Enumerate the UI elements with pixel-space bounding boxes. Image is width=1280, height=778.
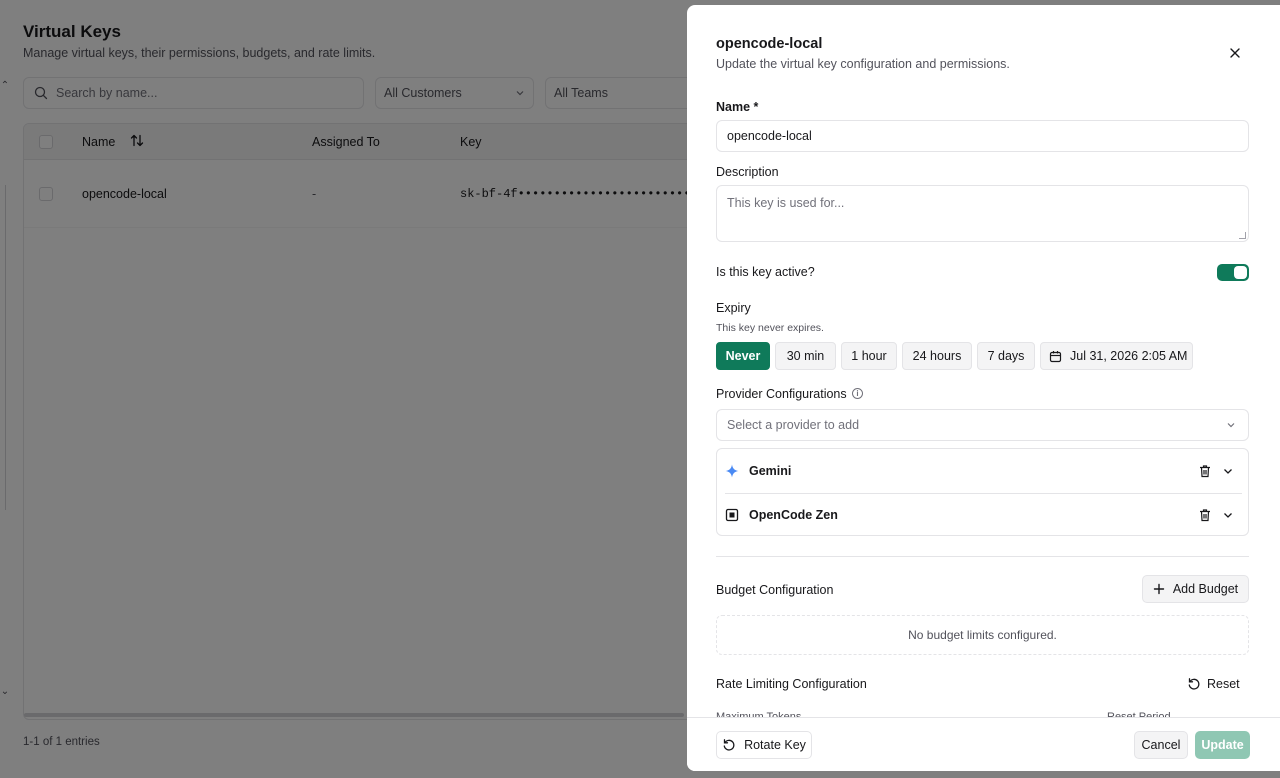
resize-handle[interactable] [1239, 232, 1246, 239]
drawer-footer: Rotate Key Cancel Update [687, 717, 1280, 771]
trash-icon[interactable] [1198, 464, 1212, 478]
close-icon [1230, 48, 1240, 58]
rotate-icon [723, 739, 735, 751]
expiry-30min-button[interactable]: 30 min [775, 342, 836, 370]
expiry-hint: This key never expires. [716, 322, 824, 334]
rate-limit-label: Rate Limiting Configuration [716, 677, 867, 691]
reset-button[interactable]: Reset [1187, 673, 1240, 695]
reset-icon [1188, 678, 1200, 690]
name-field[interactable]: opencode-local [716, 120, 1249, 152]
name-value: opencode-local [727, 129, 812, 143]
expiry-date-value: Jul 31, 2026 2:05 AM [1070, 349, 1188, 363]
drawer-title: opencode-local [716, 36, 823, 52]
description-placeholder: This key is used for... [727, 196, 845, 210]
chevron-down-icon[interactable] [1222, 509, 1234, 521]
plus-icon [1153, 583, 1165, 595]
active-label: Is this key active? [716, 265, 815, 279]
expiry-24hours-button[interactable]: 24 hours [902, 342, 972, 370]
expiry-date-picker[interactable]: Jul 31, 2026 2:05 AM [1040, 342, 1193, 370]
provider-config-label: Provider Configurations [716, 387, 847, 401]
expiry-label: Expiry [716, 301, 751, 315]
rotate-key-button[interactable]: Rotate Key [716, 731, 812, 759]
gemini-icon [725, 464, 739, 478]
provider-select[interactable]: Select a provider to add [716, 409, 1249, 441]
add-budget-button[interactable]: Add Budget [1142, 575, 1249, 603]
drawer-subtitle: Update the virtual key configuration and… [716, 57, 1010, 71]
budget-config-label: Budget Configuration [716, 583, 834, 597]
provider-name: Gemini [749, 464, 792, 478]
name-label: Name * [716, 100, 759, 114]
no-budget-message: No budget limits configured. [716, 615, 1249, 655]
chevron-down-icon [1227, 423, 1235, 428]
provider-select-placeholder: Select a provider to add [727, 418, 860, 432]
opencode-zen-icon [725, 508, 739, 522]
info-icon[interactable]: i [852, 388, 863, 399]
active-toggle[interactable] [1217, 264, 1249, 281]
toggle-knob [1234, 266, 1247, 279]
calendar-icon [1049, 350, 1062, 362]
expiry-never-button[interactable]: Never [716, 342, 770, 370]
close-button[interactable] [1225, 43, 1245, 63]
cancel-button[interactable]: Cancel [1134, 731, 1188, 759]
provider-item-gemini[interactable]: Gemini [725, 450, 1242, 492]
trash-icon[interactable] [1198, 508, 1212, 522]
description-label: Description [716, 165, 779, 179]
update-button[interactable]: Update [1195, 731, 1250, 759]
provider-name: OpenCode Zen [749, 508, 838, 522]
expiry-1hour-button[interactable]: 1 hour [841, 342, 897, 370]
provider-list: Gemini OpenCode Zen [716, 448, 1249, 536]
section-divider [716, 556, 1249, 557]
reset-label: Reset [1207, 677, 1240, 691]
rotate-key-label: Rotate Key [744, 738, 806, 752]
expiry-7days-button[interactable]: 7 days [977, 342, 1035, 370]
chevron-down-icon[interactable] [1222, 465, 1234, 477]
description-field[interactable]: This key is used for... [716, 185, 1249, 242]
add-budget-label: Add Budget [1172, 582, 1239, 596]
edit-virtual-key-drawer: opencode-local Update the virtual key co… [687, 5, 1280, 771]
provider-item-opencode-zen[interactable]: OpenCode Zen [725, 494, 1242, 536]
